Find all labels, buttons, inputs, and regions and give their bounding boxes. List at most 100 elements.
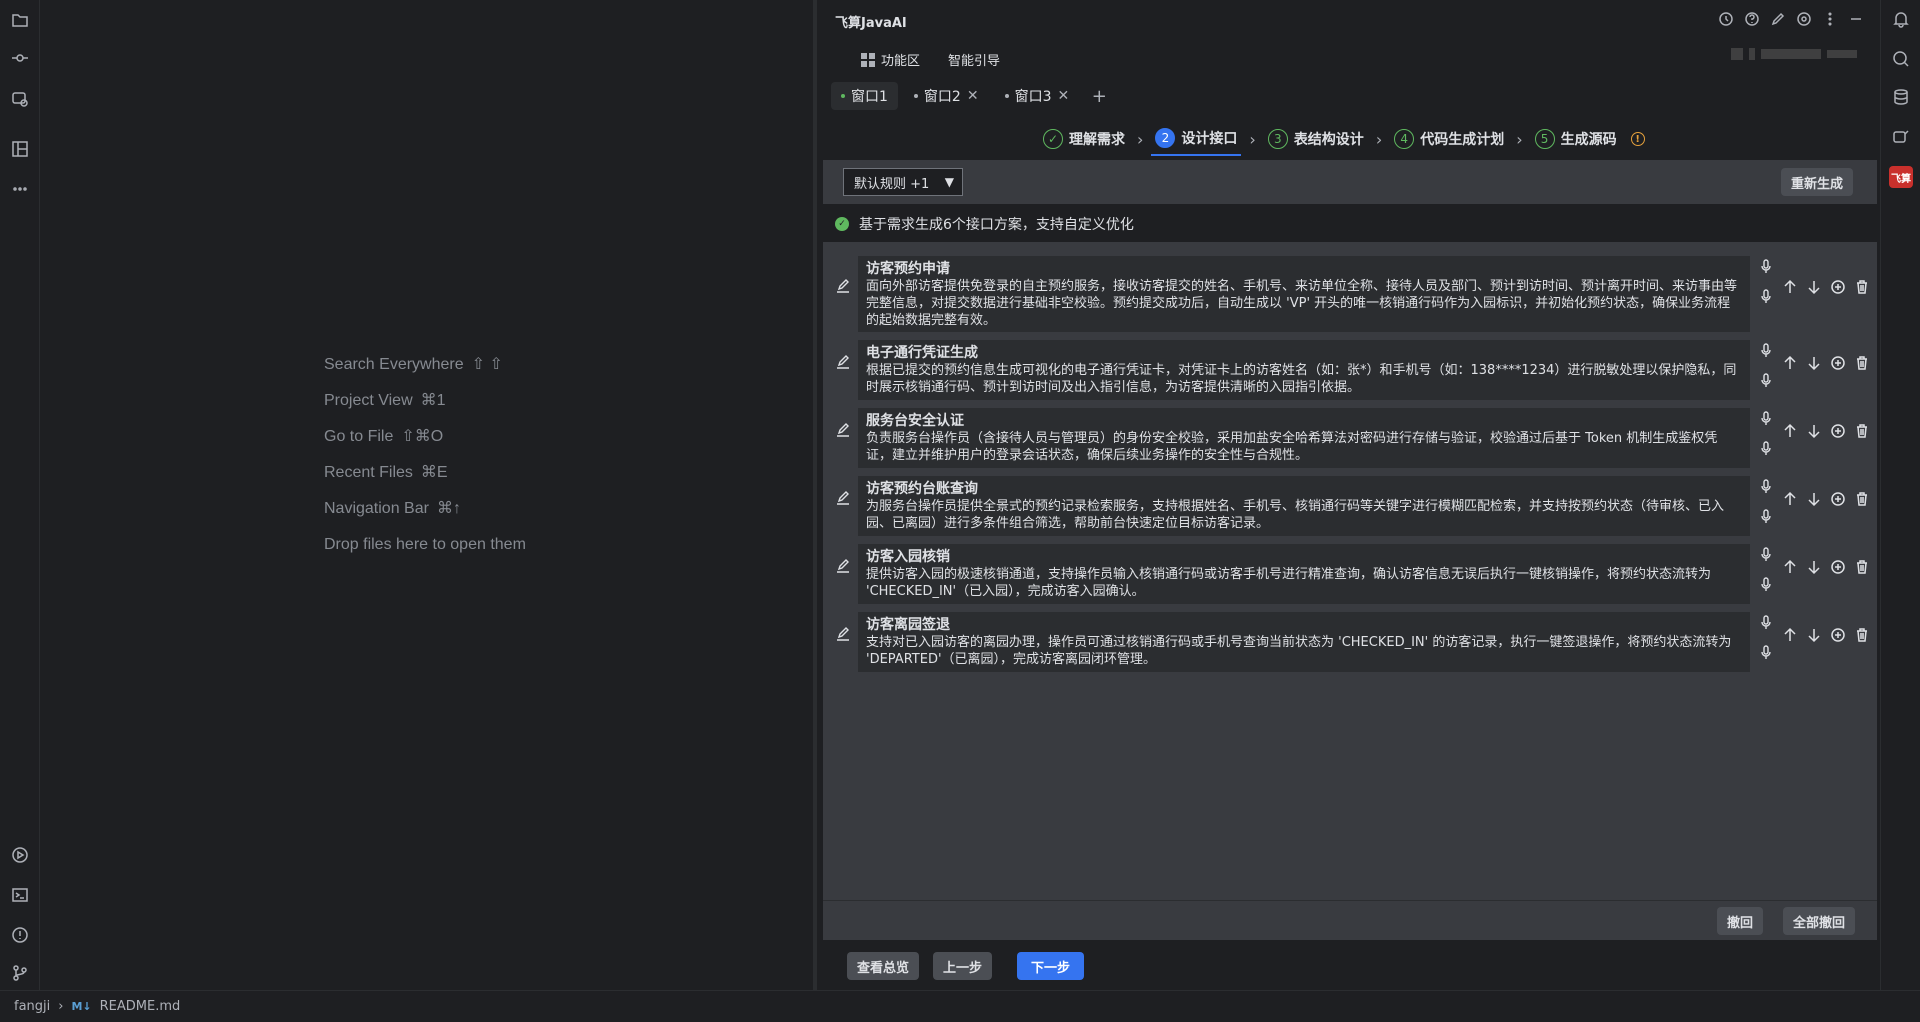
microphone-icon[interactable] (1758, 644, 1776, 660)
move-down-icon[interactable] (1805, 354, 1823, 372)
delete-icon[interactable] (1853, 278, 1871, 296)
add-circle-icon[interactable] (1829, 278, 1847, 296)
move-up-icon[interactable] (1781, 558, 1799, 576)
delete-icon[interactable] (1853, 626, 1871, 644)
edit-icon[interactable] (835, 278, 853, 296)
add-circle-icon[interactable] (1829, 490, 1847, 508)
move-up-icon[interactable] (1781, 354, 1799, 372)
add-circle-icon[interactable] (1829, 558, 1847, 576)
overview-button[interactable]: 查看总览 (847, 952, 920, 980)
delete-icon[interactable] (1853, 354, 1871, 372)
folder-icon[interactable] (9, 9, 31, 31)
step-2[interactable]: 2 设计接口 (1151, 122, 1242, 156)
move-up-icon[interactable] (1781, 490, 1799, 508)
move-down-icon[interactable] (1805, 626, 1823, 644)
edit-icon[interactable] (835, 558, 853, 576)
database-icon[interactable] (1890, 86, 1912, 108)
item-box[interactable]: 访客预约申请 面向外部访客提供免登录的自主预约服务，接收访客提交的姓名、手机号、… (858, 256, 1750, 332)
pull-requests-icon[interactable] (9, 88, 31, 110)
move-up-icon[interactable] (1781, 422, 1799, 440)
microphone-icon[interactable] (1758, 342, 1776, 358)
close-icon[interactable]: ✕ (967, 88, 979, 104)
step-5[interactable]: 5 生成源码 (1531, 122, 1621, 156)
regenerate-button[interactable]: 重新生成 (1780, 168, 1853, 196)
close-icon[interactable]: ✕ (1058, 88, 1070, 104)
more-vertical-icon[interactable] (1821, 10, 1839, 28)
item-desc: 为服务台操作员提供全景式的预约记录检索服务，支持根据姓名、手机号、核销通行码等关… (866, 499, 1725, 531)
microphone-icon[interactable] (1758, 410, 1776, 426)
settings-icon[interactable] (1795, 10, 1813, 28)
microphone-icon[interactable] (1758, 546, 1776, 562)
item-box[interactable]: 访客入园核销 提供访客入园的极速核销通道，支持操作员输入核销通行码或访客手机号进… (858, 544, 1750, 604)
nav-features[interactable]: 功能区 (861, 50, 920, 69)
move-up-icon[interactable] (1781, 278, 1799, 296)
commit-icon[interactable] (9, 47, 31, 69)
warning-icon[interactable]: ! (1630, 132, 1645, 146)
more-icon[interactable] (9, 178, 31, 200)
help-icon[interactable] (1743, 10, 1761, 28)
right-tool-strip: 飞算 (1880, 0, 1920, 1022)
breadcrumb-file[interactable]: README.md (100, 999, 181, 1014)
feisuan-logo-icon[interactable]: 飞算 (1889, 166, 1913, 188)
delete-icon[interactable] (1853, 558, 1871, 576)
microphone-icon[interactable] (1758, 288, 1776, 304)
editor-empty-area: Search Everywhere ⇧ ⇧ Project View ⌘1 Go t… (41, 0, 817, 990)
microphone-icon[interactable] (1758, 508, 1776, 524)
edit-icon[interactable] (835, 490, 853, 508)
wizard-footer: 查看总览 上一步 下一步 (821, 944, 1879, 990)
tab-window2[interactable]: 窗口2 ✕ (904, 82, 989, 110)
move-down-icon[interactable] (1805, 278, 1823, 296)
add-circle-icon[interactable] (1829, 354, 1847, 372)
delete-icon[interactable] (1853, 422, 1871, 440)
ai-chat-icon[interactable] (1890, 48, 1912, 70)
add-circle-icon[interactable] (1829, 422, 1847, 440)
step-1[interactable]: ✓ 理解需求 (1039, 122, 1129, 156)
tab-window3[interactable]: 窗口3 ✕ (995, 82, 1080, 110)
add-circle-icon[interactable] (1829, 626, 1847, 644)
chevron-right-icon: › (1137, 129, 1144, 149)
edit-icon[interactable] (835, 422, 853, 440)
step-number: 5 (1534, 129, 1555, 149)
edit-icon[interactable] (1769, 10, 1787, 28)
microphone-icon[interactable] (1758, 258, 1776, 274)
minimize-icon[interactable] (1847, 10, 1865, 28)
item-box[interactable]: 电子通行凭证生成 根据已提交的预约信息生成可视化的电子通行凭证卡，对凭证卡上的访… (858, 340, 1750, 400)
problems-icon[interactable] (9, 924, 31, 946)
breadcrumb-project[interactable]: fangji (14, 999, 50, 1014)
add-tab-icon[interactable]: + (1085, 82, 1113, 110)
microphone-icon[interactable] (1758, 478, 1776, 494)
chevron-right-icon: › (1375, 129, 1383, 149)
tab-label: 窗口2 (923, 89, 961, 105)
delete-icon[interactable] (1853, 490, 1871, 508)
microphone-icon[interactable] (1758, 372, 1776, 388)
next-step-button[interactable]: 下一步 (1017, 952, 1085, 980)
microphone-icon[interactable] (1758, 576, 1776, 592)
run-icon[interactable] (9, 844, 31, 866)
tab-window1[interactable]: 窗口1 (831, 82, 898, 110)
item-box[interactable]: 服务台安全认证 负责服务台操作员（含接待人员与管理员）的身份安全校验，采用加盐安… (858, 408, 1750, 468)
move-down-icon[interactable] (1805, 490, 1823, 508)
nav-guide[interactable]: 智能引导 (948, 50, 1000, 69)
rule-select[interactable]: 默认规则 +1 ▼ (843, 168, 963, 196)
git-icon[interactable] (9, 962, 31, 984)
move-up-icon[interactable] (1781, 626, 1799, 644)
microphone-icon[interactable] (1758, 440, 1776, 456)
notifications-icon[interactable] (1890, 8, 1912, 30)
undo-button[interactable]: 撤回 (1716, 907, 1763, 935)
step-3[interactable]: 3 表结构设计 (1264, 122, 1368, 156)
undo-all-button[interactable]: 全部撤回 (1782, 907, 1855, 935)
microphone-icon[interactable] (1758, 614, 1776, 630)
item-box[interactable]: 访客预约台账查询 为服务台操作员提供全景式的预约记录检索服务，支持根据姓名、手机… (858, 476, 1750, 536)
move-down-icon[interactable] (1805, 558, 1823, 576)
edit-icon[interactable] (835, 626, 853, 644)
ai-assistant-icon[interactable] (1890, 126, 1912, 148)
structure-icon[interactable] (9, 138, 31, 160)
item-box[interactable]: 访客离园签退 支持对已入园访客的离园办理，操作员可通过核销通行码或手机号查询当前… (858, 612, 1750, 672)
move-down-icon[interactable] (1805, 422, 1823, 440)
edit-icon[interactable] (835, 354, 853, 372)
user-account-blurred[interactable] (1731, 48, 1857, 60)
history-icon[interactable] (1717, 10, 1735, 28)
prev-step-button[interactable]: 上一步 (933, 952, 993, 980)
step-4[interactable]: 4 代码生成计划 (1390, 122, 1508, 156)
terminal-icon[interactable] (9, 884, 31, 906)
